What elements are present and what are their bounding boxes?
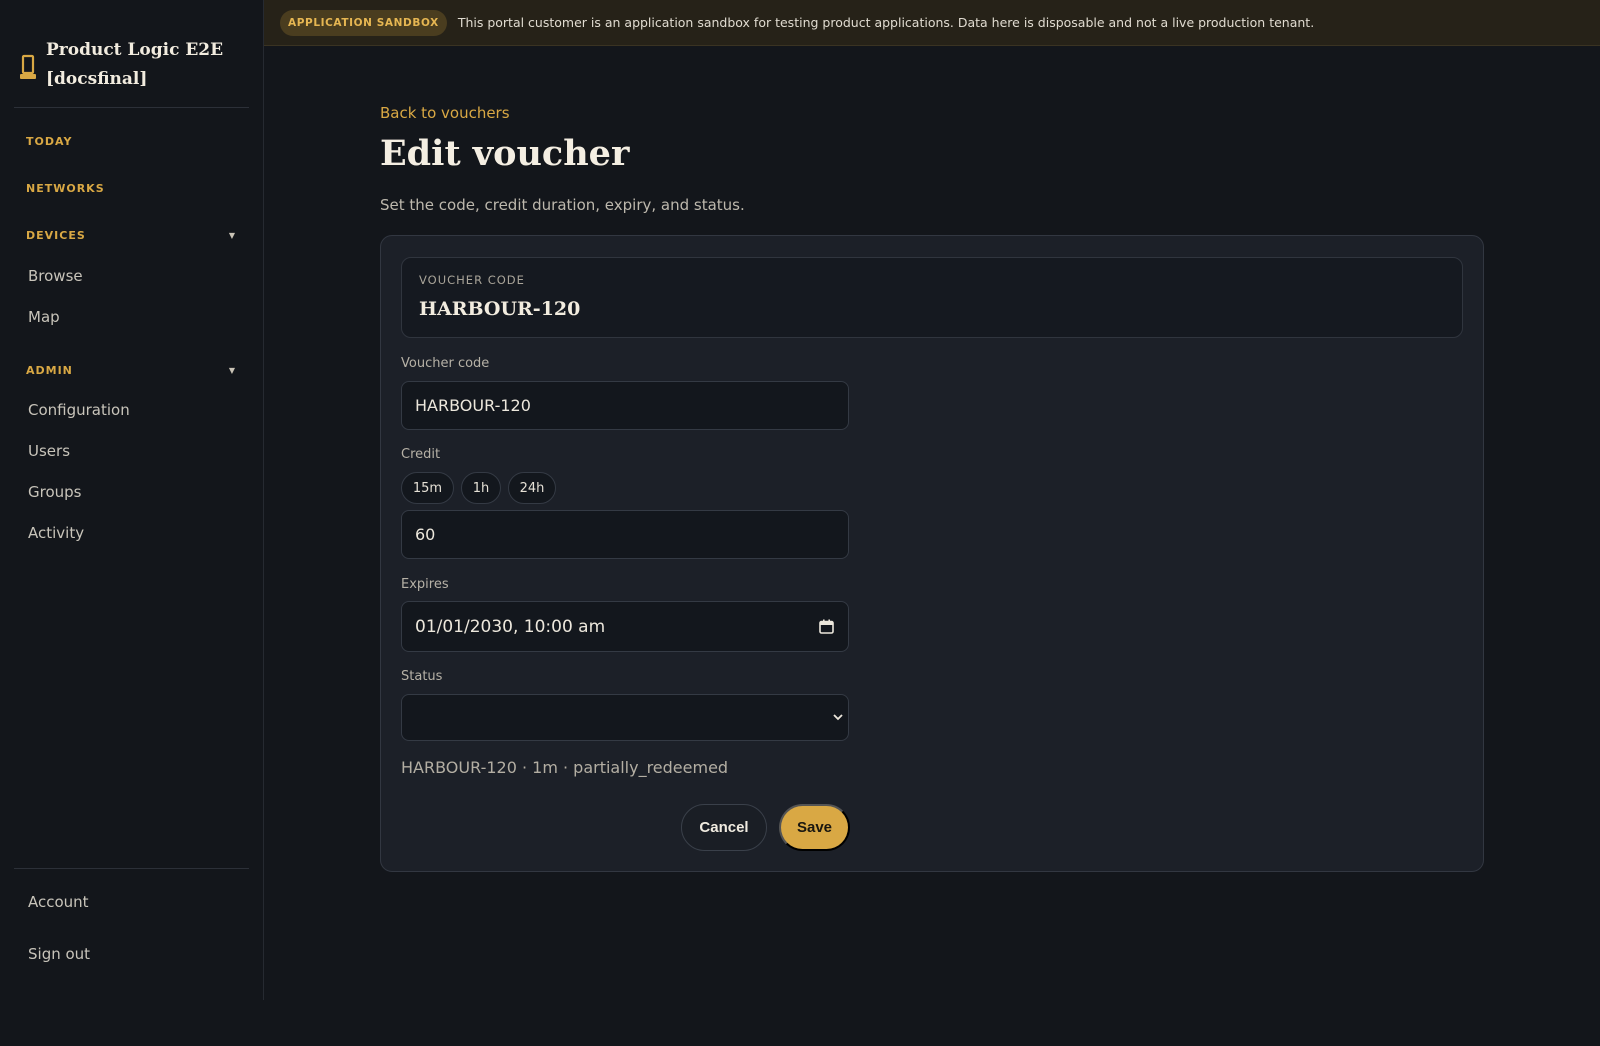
- credit-preset-1h[interactable]: 1h: [461, 472, 501, 504]
- sandbox-badge: APPLICATION SANDBOX: [280, 9, 447, 36]
- voucher-code-panel-value: HARBOUR-120: [419, 298, 581, 320]
- brand-title: Product Logic E2E [docsfinal]: [46, 40, 224, 89]
- nav-section-today-label: TODAY: [26, 134, 73, 148]
- voucher-code-input-value: HARBOUR-120: [415, 396, 531, 415]
- nav-section-today[interactable]: TODAY: [26, 131, 240, 151]
- voucher-code-panel: VOUCHER CODE HARBOUR-120: [401, 257, 1463, 338]
- sidebar: Product Logic E2E [docsfinal] TODAY NETW…: [0, 0, 264, 1000]
- sandbox-banner: APPLICATION SANDBOX This portal customer…: [264, 0, 1600, 46]
- nav-section-devices-label: DEVICES: [26, 228, 86, 242]
- sidebar-item-sign-out[interactable]: Sign out: [28, 942, 238, 966]
- chevron-down-icon: [833, 714, 843, 721]
- nav-section-networks-label: NETWORKS: [26, 181, 105, 195]
- nav-section-admin[interactable]: ADMIN ▼: [26, 360, 240, 380]
- voucher-summary: HARBOUR-120 · 1m · partially_redeemed: [401, 758, 729, 777]
- back-to-vouchers-link[interactable]: Back to vouchers: [380, 104, 510, 122]
- expires-label: Expires: [401, 577, 449, 592]
- app-root: Product Logic E2E [docsfinal] TODAY NETW…: [0, 0, 1600, 1046]
- credit-label: Credit: [401, 447, 441, 462]
- caret-down-icon: ▼: [228, 230, 236, 240]
- save-button[interactable]: Save: [779, 804, 850, 851]
- expires-datetime-input[interactable]: 01/01/2030, 10:00 am: [401, 601, 849, 652]
- credit-minutes-input[interactable]: 60: [401, 510, 849, 559]
- cancel-button[interactable]: Cancel: [681, 804, 767, 851]
- status-label: Status: [401, 669, 443, 684]
- nav-section-networks[interactable]: NETWORKS: [26, 178, 240, 198]
- status-select[interactable]: [401, 694, 849, 741]
- voucher-code-input[interactable]: HARBOUR-120: [401, 381, 849, 430]
- voucher-code-label: Voucher code: [401, 356, 490, 371]
- expires-value: 01/01/2030, 10:00 am: [415, 616, 606, 637]
- brand[interactable]: Product Logic E2E [docsfinal]: [14, 30, 249, 108]
- sidebar-item-browse[interactable]: Browse: [28, 264, 238, 288]
- sandbox-banner-text: This portal customer is an application s…: [457, 15, 1315, 30]
- calendar-icon[interactable]: [819, 619, 834, 634]
- nav-section-devices[interactable]: DEVICES ▼: [26, 225, 240, 245]
- sidebar-item-groups[interactable]: Groups: [28, 480, 238, 504]
- nav-section-admin-label: ADMIN: [26, 363, 73, 377]
- sidebar-divider: [14, 868, 249, 869]
- voucher-form-card: VOUCHER CODE HARBOUR-120 Voucher code HA…: [380, 235, 1484, 872]
- sidebar-item-map[interactable]: Map: [28, 305, 238, 329]
- sidebar-item-activity[interactable]: Activity: [28, 521, 238, 545]
- tower-icon: [20, 54, 36, 79]
- credit-minutes-value: 60: [415, 525, 436, 544]
- sidebar-item-account[interactable]: Account: [28, 890, 238, 914]
- page-subtitle: Set the code, credit duration, expiry, a…: [380, 196, 745, 214]
- sidebar-item-configuration[interactable]: Configuration: [28, 398, 238, 422]
- caret-down-icon: ▼: [228, 365, 236, 375]
- page-title: Edit voucher: [380, 133, 630, 174]
- voucher-code-panel-label: VOUCHER CODE: [419, 273, 525, 287]
- credit-preset-15m[interactable]: 15m: [401, 472, 454, 504]
- sidebar-item-users[interactable]: Users: [28, 439, 238, 463]
- credit-preset-24h[interactable]: 24h: [508, 472, 556, 504]
